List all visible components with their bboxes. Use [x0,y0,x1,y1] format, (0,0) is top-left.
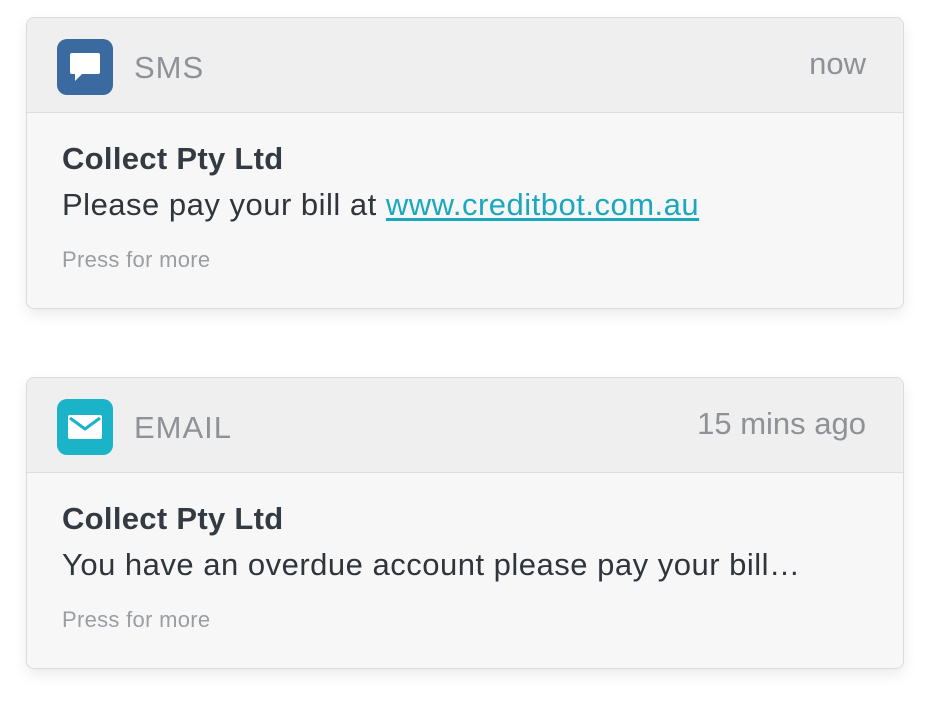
chat-bubble-icon [57,39,113,95]
notification-header: SMS now [27,18,903,113]
notification-header: EMAIL 15 mins ago [27,378,903,473]
email-notification-card[interactable]: EMAIL 15 mins ago Collect Pty Ltd You ha… [26,377,904,669]
notification-body: Collect Pty Ltd Please pay your bill at … [62,141,873,273]
notification-message: You have an overdue account please pay y… [62,547,801,582]
press-for-more-hint: Press for more [62,247,211,272]
app-label: SMS [134,50,205,85]
envelope-icon [57,399,113,455]
notification-body: Collect Pty Ltd You have an overdue acco… [62,501,873,633]
message-text: Please pay your bill at [62,187,386,222]
sms-notification-card[interactable]: SMS now Collect Pty Ltd Please pay your … [26,17,904,309]
notification-time: 15 mins ago [697,406,866,441]
app-label: EMAIL [134,410,233,445]
sender-name: Collect Pty Ltd [62,501,284,536]
press-for-more-hint: Press for more [62,607,211,632]
message-link[interactable]: www.creditbot.com.au [386,187,699,222]
sender-name: Collect Pty Ltd [62,141,284,176]
notification-time: now [809,46,866,81]
notification-message: Please pay your bill at www.creditbot.co… [62,187,873,223]
